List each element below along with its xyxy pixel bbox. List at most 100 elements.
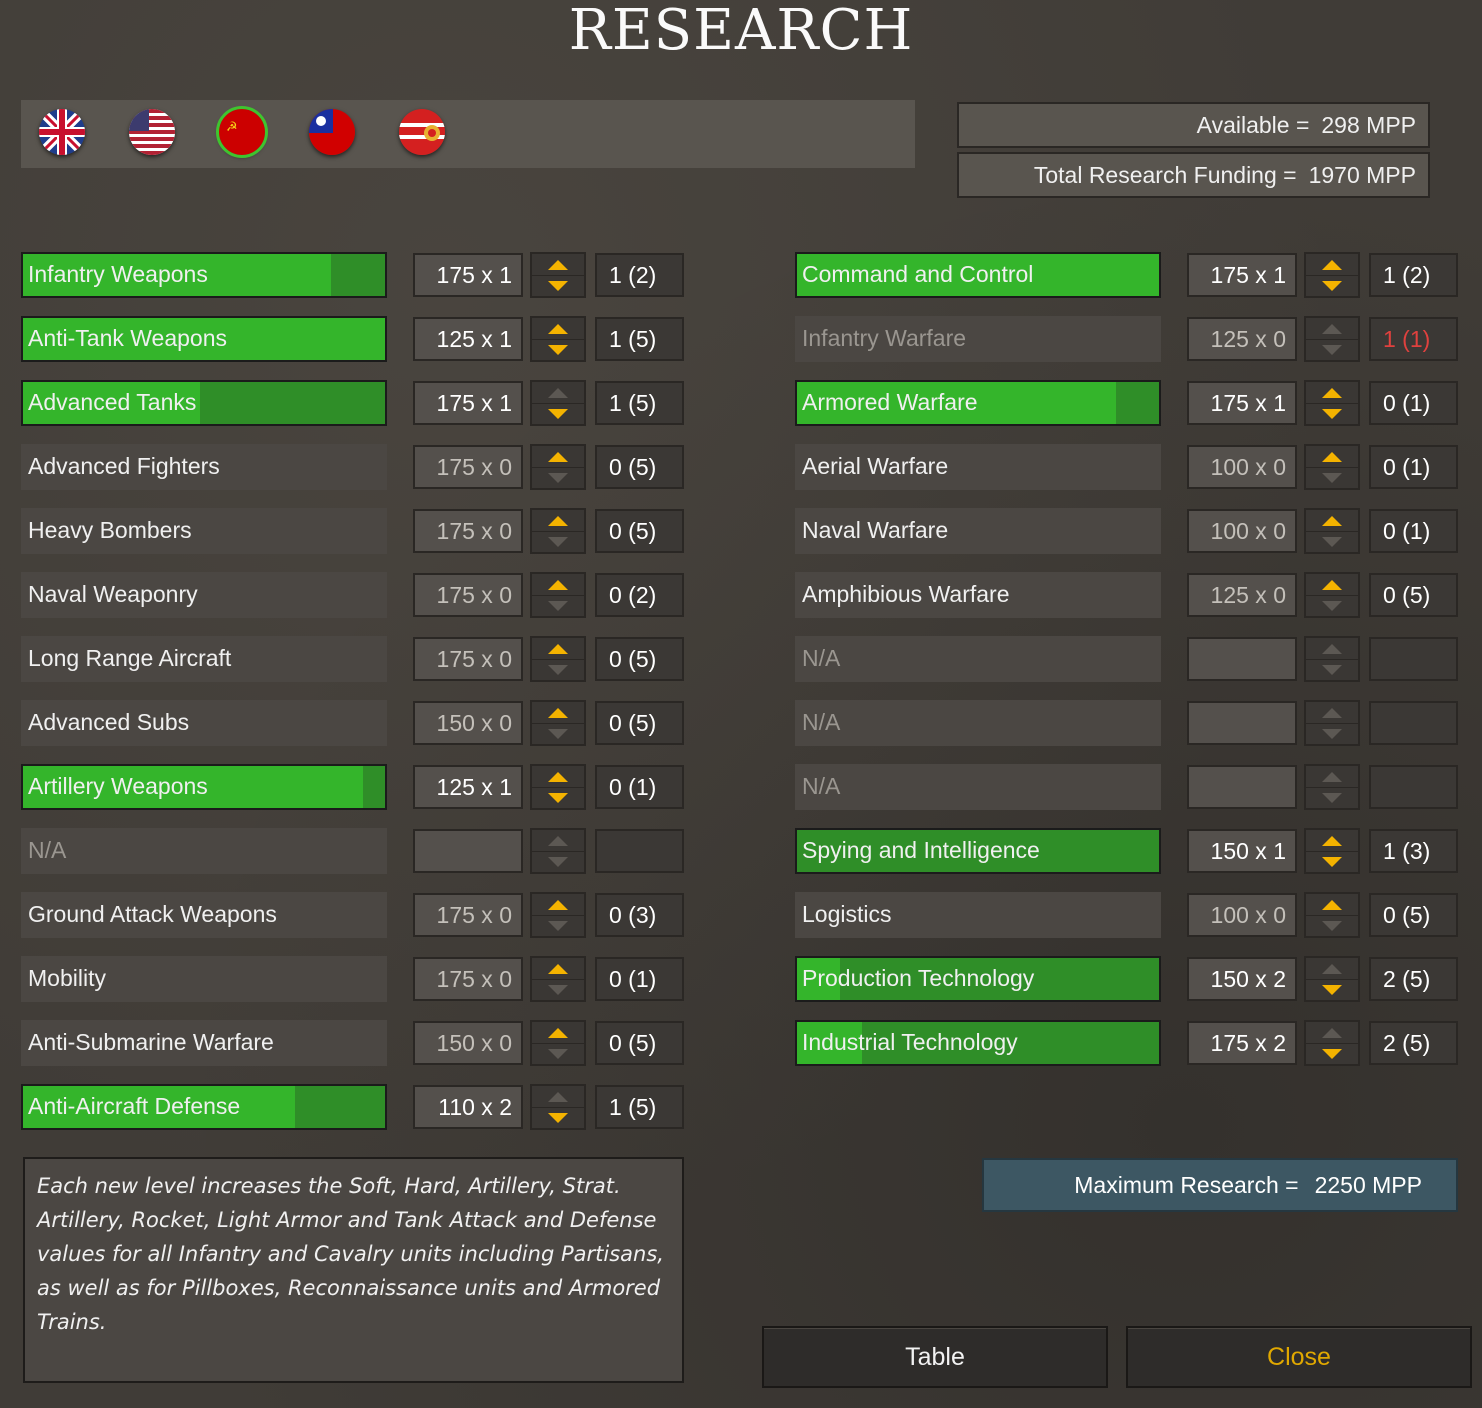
increase-arrow-icon[interactable] [532,766,584,788]
decrease-arrow-icon[interactable] [532,1043,584,1064]
tech-name[interactable]: Amphibious Warfare [795,572,1161,618]
increase-arrow-icon[interactable] [532,510,584,532]
decrease-arrow-icon[interactable] [1306,467,1358,488]
decrease-arrow-icon[interactable] [1306,851,1358,872]
increase-arrow-icon[interactable] [1306,510,1358,532]
usa-flag-icon[interactable] [129,109,175,155]
decrease-arrow-icon[interactable] [532,851,584,872]
tech-name[interactable]: Anti-Aircraft Defense [21,1084,387,1130]
decrease-arrow-icon[interactable] [532,595,584,616]
decrease-arrow-icon[interactable] [532,339,584,360]
increase-arrow-icon[interactable] [532,382,584,404]
tech-cost: 175 x 0 [413,573,523,617]
decrease-arrow-icon[interactable] [532,1107,584,1128]
decrease-arrow-icon[interactable] [1306,787,1358,808]
decrease-arrow-icon[interactable] [1306,531,1358,552]
tech-name-label: Aerial Warfare [802,453,949,479]
increase-arrow-icon[interactable] [1306,766,1358,788]
tech-description: Each new level increases the Soft, Hard,… [23,1157,684,1383]
tech-name[interactable]: Mobility [21,956,387,1002]
decrease-arrow-icon[interactable] [1306,595,1358,616]
decrease-arrow-icon[interactable] [1306,1043,1358,1064]
decrease-arrow-icon[interactable] [532,659,584,680]
tech-cost [1187,701,1297,745]
decrease-arrow-icon[interactable] [532,467,584,488]
china-flag-icon[interactable] [309,109,355,155]
tech-name[interactable]: Infantry Weapons [21,252,387,298]
increase-arrow-icon[interactable] [532,702,584,724]
ussr-flag-icon[interactable]: ☭ [216,106,268,158]
close-button[interactable]: Close [1126,1326,1472,1388]
decrease-arrow-icon[interactable] [532,915,584,936]
decrease-arrow-icon[interactable] [1306,339,1358,360]
tech-name[interactable]: Long Range Aircraft [21,636,387,682]
decrease-arrow-icon[interactable] [532,979,584,1000]
tech-name-label: Advanced Fighters [28,453,220,479]
tech-name-label: Anti-Submarine Warfare [28,1029,274,1055]
decrease-arrow-icon[interactable] [1306,275,1358,296]
tech-name[interactable]: Command and Control [795,252,1161,298]
investment-stepper [530,380,586,426]
increase-arrow-icon[interactable] [1306,830,1358,852]
tech-name[interactable]: Industrial Technology [795,1020,1161,1066]
tech-name[interactable]: N/A [795,764,1161,810]
increase-arrow-icon[interactable] [532,446,584,468]
increase-arrow-icon[interactable] [532,638,584,660]
increase-arrow-icon[interactable] [532,894,584,916]
increase-arrow-icon[interactable] [532,254,584,276]
china-communist-flag-icon[interactable] [399,109,445,155]
increase-arrow-icon[interactable] [532,1086,584,1108]
increase-arrow-icon[interactable] [1306,446,1358,468]
tech-name[interactable]: N/A [21,828,387,874]
tech-name[interactable]: Heavy Bombers [21,508,387,554]
tech-name-label: Logistics [802,901,892,927]
tech-name[interactable]: Advanced Fighters [21,444,387,490]
increase-arrow-icon[interactable] [532,574,584,596]
increase-arrow-icon[interactable] [532,958,584,980]
tech-name[interactable]: N/A [795,636,1161,682]
tech-name[interactable]: Logistics [795,892,1161,938]
tech-name[interactable]: Anti-Submarine Warfare [21,1020,387,1066]
available-value: 298 MPP [1321,112,1416,138]
decrease-arrow-icon[interactable] [532,723,584,744]
increase-arrow-icon[interactable] [1306,894,1358,916]
tech-name[interactable]: Advanced Subs [21,700,387,746]
tech-name[interactable]: Production Technology [795,956,1161,1002]
tech-name[interactable]: Infantry Warfare [795,316,1161,362]
decrease-arrow-icon[interactable] [532,403,584,424]
increase-arrow-icon[interactable] [1306,382,1358,404]
tech-name[interactable]: N/A [795,700,1161,746]
uk-flag-icon[interactable] [39,109,85,155]
decrease-arrow-icon[interactable] [1306,723,1358,744]
tech-cost: 100 x 0 [1187,445,1297,489]
increase-arrow-icon[interactable] [532,1022,584,1044]
table-button[interactable]: Table [762,1326,1108,1388]
tech-name[interactable]: Aerial Warfare [795,444,1161,490]
tech-name[interactable]: Ground Attack Weapons [21,892,387,938]
tech-name[interactable]: Anti-Tank Weapons [21,316,387,362]
tech-cost: 175 x 0 [413,637,523,681]
decrease-arrow-icon[interactable] [1306,659,1358,680]
tech-name[interactable]: Spying and Intelligence [795,828,1161,874]
tech-name[interactable]: Naval Warfare [795,508,1161,554]
tech-name[interactable]: Advanced Tanks [21,380,387,426]
tech-name[interactable]: Artillery Weapons [21,764,387,810]
decrease-arrow-icon[interactable] [532,275,584,296]
increase-arrow-icon[interactable] [1306,1022,1358,1044]
decrease-arrow-icon[interactable] [532,787,584,808]
increase-arrow-icon[interactable] [1306,254,1358,276]
increase-arrow-icon[interactable] [532,318,584,340]
increase-arrow-icon[interactable] [1306,702,1358,724]
decrease-arrow-icon[interactable] [1306,915,1358,936]
decrease-arrow-icon[interactable] [532,531,584,552]
increase-arrow-icon[interactable] [1306,958,1358,980]
decrease-arrow-icon[interactable] [1306,979,1358,1000]
increase-arrow-icon[interactable] [1306,638,1358,660]
investment-stepper [1304,572,1360,618]
tech-name[interactable]: Naval Weaponry [21,572,387,618]
increase-arrow-icon[interactable] [1306,574,1358,596]
decrease-arrow-icon[interactable] [1306,403,1358,424]
increase-arrow-icon[interactable] [1306,318,1358,340]
increase-arrow-icon[interactable] [532,830,584,852]
tech-name[interactable]: Armored Warfare [795,380,1161,426]
